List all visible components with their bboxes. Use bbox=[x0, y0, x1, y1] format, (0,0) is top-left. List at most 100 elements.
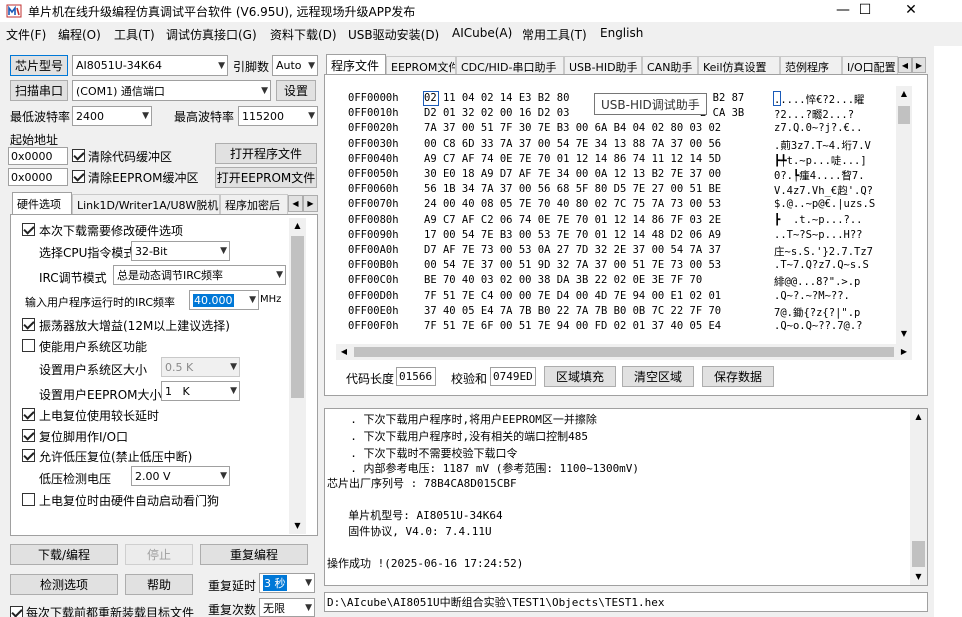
hex-bytes[interactable]: 7A 37 00 51 7F 30 7E B3 00 6A B4 04 02 8… bbox=[424, 122, 721, 137]
reset-pin-io-checkbox[interactable] bbox=[22, 429, 35, 442]
hex-bytes[interactable]: 7F 51 7E 6F 00 51 7E 94 00 FD 02 01 37 4… bbox=[424, 320, 721, 335]
reload-target-checkbox[interactable] bbox=[10, 606, 23, 617]
tab-usb-hid[interactable]: USB-HID助手 bbox=[564, 56, 642, 76]
scroll-down-icon[interactable]: ▼ bbox=[910, 569, 927, 585]
tab-offline-writer[interactable]: Link1D/Writer1A/U8W脱机 bbox=[72, 194, 220, 214]
menu-download[interactable]: 资料下载(D) bbox=[270, 26, 337, 43]
scroll-up-icon[interactable]: ▲ bbox=[896, 86, 912, 102]
scroll-thumb[interactable] bbox=[912, 541, 925, 567]
menu-program[interactable]: 编程(O) bbox=[58, 26, 101, 43]
hex-ascii[interactable]: $.@..~p@€.|uzs.S bbox=[774, 198, 875, 213]
hex-bytes[interactable]: A9 C7 AF C2 06 74 0E 7E 70 01 12 14 86 7… bbox=[424, 214, 721, 229]
hex-bytes[interactable]: D7 AF 7E 73 00 53 0A 27 7D 32 2E 37 00 5… bbox=[424, 244, 721, 259]
hex-ascii[interactable]: .T~7.Q?z7.Q~s.S bbox=[774, 259, 869, 274]
maximize-icon[interactable]: ☐ bbox=[842, 0, 888, 22]
scroll-thumb[interactable] bbox=[898, 106, 910, 124]
hw-options-scrollbar[interactable]: ▲ ▼ bbox=[289, 218, 306, 534]
hex-bytes[interactable]: A9 C7 AF 74 0E 7E 70 01 12 14 86 74 11 1… bbox=[424, 153, 721, 168]
allow-lvr-checkbox[interactable] bbox=[22, 449, 35, 462]
hex-bytes[interactable]: 00 54 7E 37 00 51 9D 32 7A 37 00 51 7E 7… bbox=[424, 259, 721, 274]
repeat-count-select[interactable]: 无限 ▼ bbox=[259, 598, 315, 617]
pin-count-select[interactable]: Auto ▼ bbox=[272, 55, 318, 76]
clear-area-button[interactable]: 清空区域 bbox=[622, 366, 694, 387]
code-start-address-input[interactable]: 0x0000 bbox=[8, 147, 68, 165]
save-data-button[interactable]: 保存数据 bbox=[702, 366, 774, 387]
fill-area-button[interactable]: 区域填充 bbox=[544, 366, 616, 387]
scroll-up-icon[interactable]: ▲ bbox=[289, 218, 306, 234]
system-area-checkbox[interactable] bbox=[22, 339, 35, 352]
min-baud-select[interactable]: 2400 ▼ bbox=[72, 106, 152, 126]
auto-watchdog-checkbox[interactable] bbox=[22, 493, 35, 506]
scroll-thumb[interactable] bbox=[291, 236, 304, 398]
max-baud-select[interactable]: 115200 ▼ bbox=[238, 106, 318, 126]
hex-ascii[interactable]: 庄~s.S.'}2.7.Tz7 bbox=[774, 244, 873, 259]
menu-english[interactable]: English bbox=[600, 26, 643, 40]
repeat-program-button[interactable]: 重复编程 bbox=[200, 544, 308, 565]
hex-ascii[interactable]: z7.Q.0~?j?.€.. bbox=[774, 122, 863, 137]
long-reset-delay-checkbox[interactable] bbox=[22, 408, 35, 421]
tab-scroll-right-icon[interactable]: ▶ bbox=[303, 195, 318, 212]
hex-ascii[interactable]: 7@.鋤{?z{?|".p bbox=[774, 305, 860, 320]
port-settings-button[interactable]: 设置 bbox=[276, 80, 316, 101]
stop-button[interactable]: 停止 bbox=[125, 544, 193, 565]
tab-serial-assistant[interactable]: CDC/HID-串口助手 bbox=[456, 56, 564, 76]
irc-mode-select[interactable]: 总是动态调节IRC频率 ▼ bbox=[113, 265, 286, 285]
tab-encryption[interactable]: 程序加密后 bbox=[220, 194, 288, 214]
hex-ascii[interactable]: ?2...?畷2...? bbox=[774, 107, 854, 122]
hex-ascii[interactable]: .....悴€?2...矅 bbox=[774, 92, 865, 107]
lvd-voltage-select[interactable]: 2.00 V ▼ bbox=[131, 466, 230, 486]
tab-io-config[interactable]: I/O口配置 bbox=[842, 56, 898, 76]
scroll-right-icon[interactable]: ▶ bbox=[896, 344, 912, 360]
right-tab-scroll-left-icon[interactable]: ◀ bbox=[898, 57, 912, 73]
hex-bytes[interactable]: 56 1B 34 7A 37 00 56 68 5F 80 D5 7E 27 0… bbox=[424, 183, 721, 198]
irc-frequency-input[interactable]: 40.000 ▼ bbox=[189, 290, 259, 310]
eeprom-size-select[interactable]: 1 K ▼ bbox=[161, 381, 240, 401]
tab-examples[interactable]: 范例程序 bbox=[780, 56, 842, 76]
osc-gain-checkbox[interactable] bbox=[22, 318, 35, 331]
hex-ascii[interactable]: .Q~o.Q~??.7@.? bbox=[774, 320, 863, 335]
hex-bytes[interactable]: D2 01 32 02 00 16 D2 03 bbox=[424, 107, 569, 122]
menu-tools[interactable]: 工具(T) bbox=[114, 26, 155, 43]
menu-aicube[interactable]: AICube(A) bbox=[452, 26, 512, 40]
scroll-down-icon[interactable]: ▼ bbox=[896, 326, 912, 342]
hex-bytes[interactable]: 37 40 05 E4 7A 7B B0 22 7A 7B B0 0B 7C 2… bbox=[424, 305, 721, 320]
scroll-up-icon[interactable]: ▲ bbox=[910, 409, 927, 425]
hex-ascii[interactable]: .萴3z7.T~4.垳7.V bbox=[774, 138, 871, 153]
eeprom-start-address-input[interactable]: 0x0000 bbox=[8, 168, 68, 186]
menu-usb-driver[interactable]: USB驱动安装(D) bbox=[348, 26, 439, 43]
open-program-file-button[interactable]: 打开程序文件 bbox=[215, 143, 317, 164]
modify-hw-checkbox[interactable] bbox=[22, 223, 35, 236]
hex-bytes[interactable]: 17 00 54 7E B3 00 53 7E 70 01 12 14 48 D… bbox=[424, 229, 721, 244]
hex-ascii[interactable]: ┣╇t.~p...唗...] bbox=[774, 153, 867, 168]
download-program-button[interactable]: 下载/编程 bbox=[10, 544, 118, 565]
scroll-down-icon[interactable]: ▼ bbox=[289, 518, 306, 534]
hex-ascii[interactable]: V.4z7.Vh_€赹'.Q? bbox=[774, 183, 873, 198]
scroll-thumb[interactable] bbox=[354, 347, 894, 357]
cpu-mode-select[interactable]: 32-Bit ▼ bbox=[131, 241, 230, 261]
tab-keil-settings[interactable]: Keil仿真设置 bbox=[698, 56, 780, 76]
right-tab-scroll-right-icon[interactable]: ▶ bbox=[912, 57, 926, 73]
output-log[interactable]: . 下次下载用户程序时,将用户EEPROM区一并擦除 . 下次下载用户程序时,没… bbox=[324, 408, 928, 586]
hex-ascii[interactable]: 0?.┡瘇4....睝7. bbox=[774, 168, 865, 183]
hex-vertical-scrollbar[interactable]: ▲ ▼ bbox=[896, 86, 912, 344]
hex-editor[interactable]: 0FF0000h 02 11 04 02 14 E3 B2 80 6 B2 87..… bbox=[336, 86, 912, 344]
open-eeprom-file-button[interactable]: 打开EEPROM文件 bbox=[215, 167, 317, 188]
hex-ascii[interactable]: .Q~?.~?M~??. bbox=[774, 290, 850, 305]
hex-bytes[interactable]: 02 11 04 02 14 E3 B2 80 bbox=[424, 92, 569, 107]
tab-eeprom-file[interactable]: EEPROM文件 bbox=[386, 56, 456, 76]
menu-debug[interactable]: 调试仿真接口(G) bbox=[166, 26, 257, 43]
repeat-delay-select[interactable]: 3 秒 ▼ bbox=[259, 573, 315, 593]
tab-can[interactable]: CAN助手 bbox=[642, 56, 698, 76]
hex-bytes[interactable]: 30 E0 18 A9 D7 AF 7E 34 00 0A 12 13 B2 7… bbox=[424, 168, 721, 183]
hex-bytes[interactable]: 24 00 40 08 05 7E 70 40 80 02 7C 75 7A 7… bbox=[424, 198, 721, 213]
hex-bytes[interactable]: BE 70 40 03 02 00 38 DA 3B 22 02 0E 3E 7… bbox=[424, 274, 702, 289]
clear-eeprom-buffer-checkbox[interactable] bbox=[72, 170, 85, 183]
clear-code-buffer-checkbox[interactable] bbox=[72, 149, 85, 162]
scroll-left-icon[interactable]: ◀ bbox=[336, 344, 352, 360]
port-select[interactable]: (COM1) 通信端口 ▼ bbox=[72, 80, 271, 101]
check-options-button[interactable]: 检测选项 bbox=[10, 574, 118, 595]
scan-port-button[interactable]: 扫描串口 bbox=[10, 80, 68, 101]
menu-common-tools[interactable]: 常用工具(T) bbox=[522, 26, 587, 43]
menu-file[interactable]: 文件(F) bbox=[6, 26, 46, 43]
hex-ascii[interactable]: ┣ .t.~p...?.. bbox=[774, 214, 863, 229]
